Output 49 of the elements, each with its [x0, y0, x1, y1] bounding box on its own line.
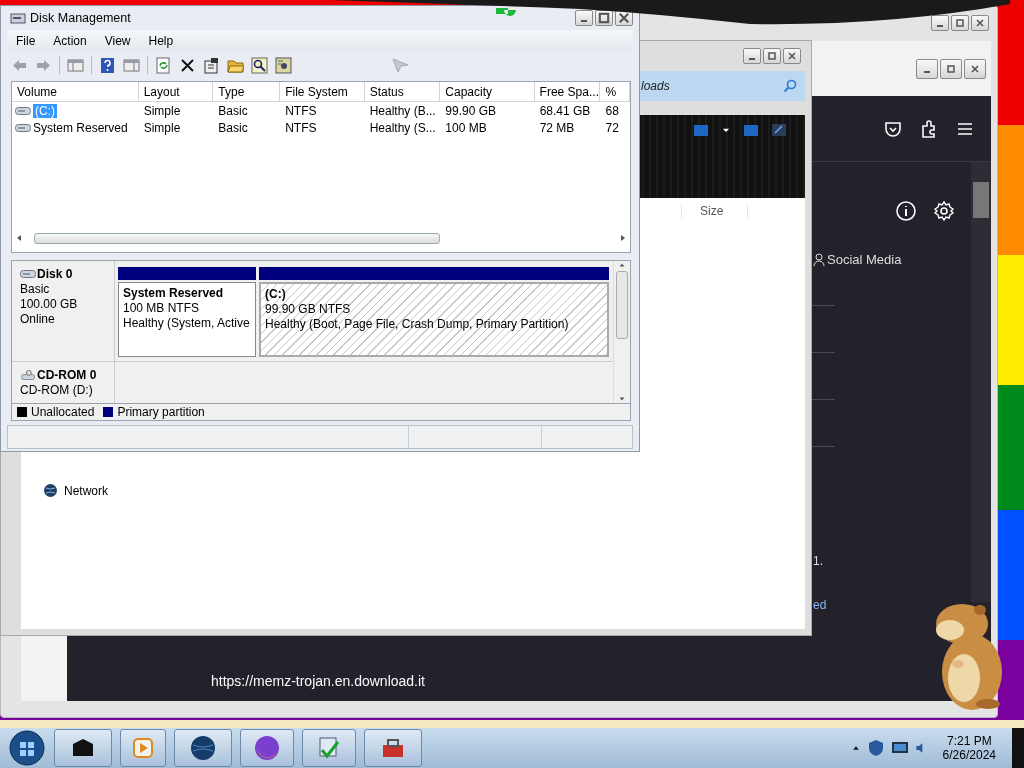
table-cell: 99.90 GB — [445, 103, 496, 118]
legend-label: Primary partition — [117, 405, 205, 419]
volume-row[interactable]: (C:) Simple Basic NTFS Healthy (B... 99.90 GB 68.41 GB 68 — [12, 102, 630, 119]
category-tab[interactable]: Social Media — [811, 252, 902, 267]
column-header[interactable]: Type — [213, 82, 281, 101]
disk-name: Disk 0 — [37, 267, 73, 281]
partition-block[interactable]: (C:) 99.90 GB NTFS Healthy (Boot, Page File, Crash Dump, Primary Partition) — [259, 282, 609, 357]
volume-name: (C:) — [33, 103, 57, 118]
disk-detail: CD-ROM (D:) — [20, 383, 94, 397]
column-header[interactable]: Capacity — [440, 82, 535, 101]
table-cell: Simple — [143, 120, 181, 135]
menu-item[interactable]: Action — [44, 34, 96, 48]
table-cell: 68.41 GB — [539, 103, 591, 118]
menu-item[interactable]: View — [95, 34, 140, 48]
column-header[interactable]: Size — [681, 204, 749, 218]
disk-name: CD-ROM 0 — [37, 368, 97, 382]
clock-time[interactable]: 7:21 PM — [946, 734, 992, 748]
table-cell: 72 MB — [539, 120, 575, 135]
table-cell: NTFS — [285, 120, 317, 135]
table-cell: Healthy (S... — [369, 120, 436, 135]
column-header[interactable]: Free Spa... — [534, 82, 601, 101]
link[interactable]: ed — [811, 598, 827, 612]
menu-item[interactable]: Help — [139, 34, 183, 48]
disk-detail: 100.00 GB — [20, 297, 79, 311]
volume-name: System Reserved — [33, 120, 128, 135]
list-text: 1. — [812, 554, 823, 568]
table-cell: 72 — [605, 120, 619, 135]
column-header[interactable]: Status — [364, 82, 441, 101]
table-cell: NTFS — [285, 103, 317, 118]
menu-item[interactable]: File — [7, 34, 45, 48]
column-header[interactable]: Volume — [12, 82, 139, 101]
clock-date[interactable]: 6/26/2024 — [942, 748, 996, 762]
volume-row[interactable]: System Reserved Simple Basic NTFS Healthy (S... 100 MB 72 MB 72 — [12, 119, 630, 136]
legend-label: Unallocated — [31, 405, 95, 419]
table-cell: Basic — [218, 103, 248, 118]
column-header[interactable]: Layout — [138, 82, 214, 101]
disk-detail: Online — [20, 312, 56, 326]
table-cell: 100 MB — [445, 120, 487, 135]
table-cell: Basic — [218, 120, 248, 135]
column-header[interactable]: File System — [280, 82, 365, 101]
column-header[interactable]: % — [600, 82, 630, 101]
table-cell: Healthy (B... — [369, 103, 436, 118]
nav-item[interactable]: Network — [43, 483, 108, 498]
url-text[interactable]: https://memz-trojan.en.download.it — [211, 673, 425, 689]
window-title: Disk Management — [30, 11, 131, 25]
table-cell: Simple — [143, 103, 181, 118]
partition-block[interactable]: System Reserved 100 MB NTFS Healthy (System, Active — [118, 282, 256, 357]
disk-detail: Basic — [20, 282, 51, 296]
table-cell: 68 — [605, 103, 619, 118]
